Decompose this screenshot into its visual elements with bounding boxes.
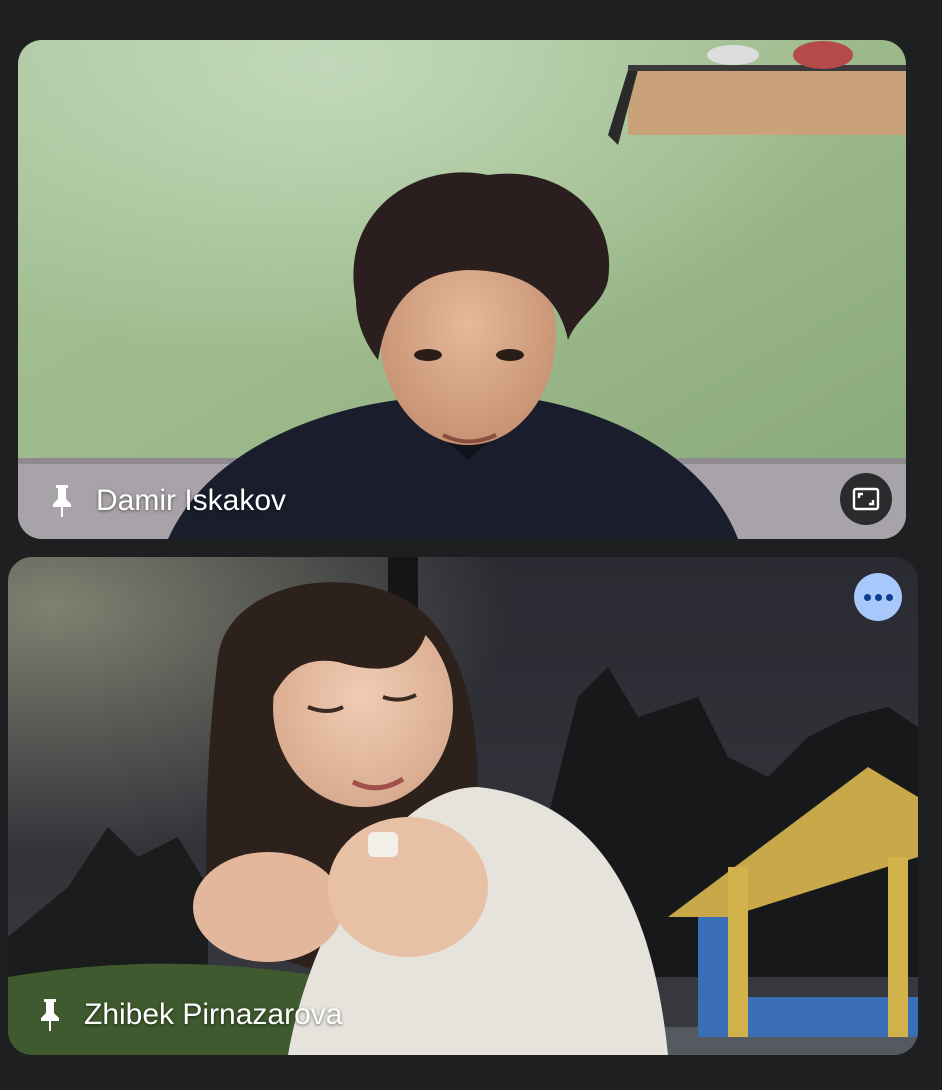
participant-video xyxy=(18,40,906,539)
participant-video xyxy=(8,557,918,1055)
more-options-button[interactable] xyxy=(854,573,902,621)
pin-icon[interactable] xyxy=(50,483,74,519)
fullscreen-icon xyxy=(851,484,881,514)
more-options-icon xyxy=(863,593,893,601)
participant-name: Zhibek Pirnazarova xyxy=(84,998,343,1031)
participant-tile-damir[interactable]: Damir Iskakov xyxy=(18,40,906,539)
participant-name: Damir Iskakov xyxy=(96,484,287,517)
meeting-stage: Damir Iskakov Zhibek Pirnazarova xyxy=(0,0,942,1090)
participant-tile-zhibek[interactable]: Zhibek Pirnazarova xyxy=(8,557,918,1055)
participant-name-bar: Damir Iskakov xyxy=(50,483,286,519)
participant-name-bar: Zhibek Pirnazarova xyxy=(38,997,342,1033)
fullscreen-button[interactable] xyxy=(840,473,892,525)
pin-icon[interactable] xyxy=(38,997,62,1033)
